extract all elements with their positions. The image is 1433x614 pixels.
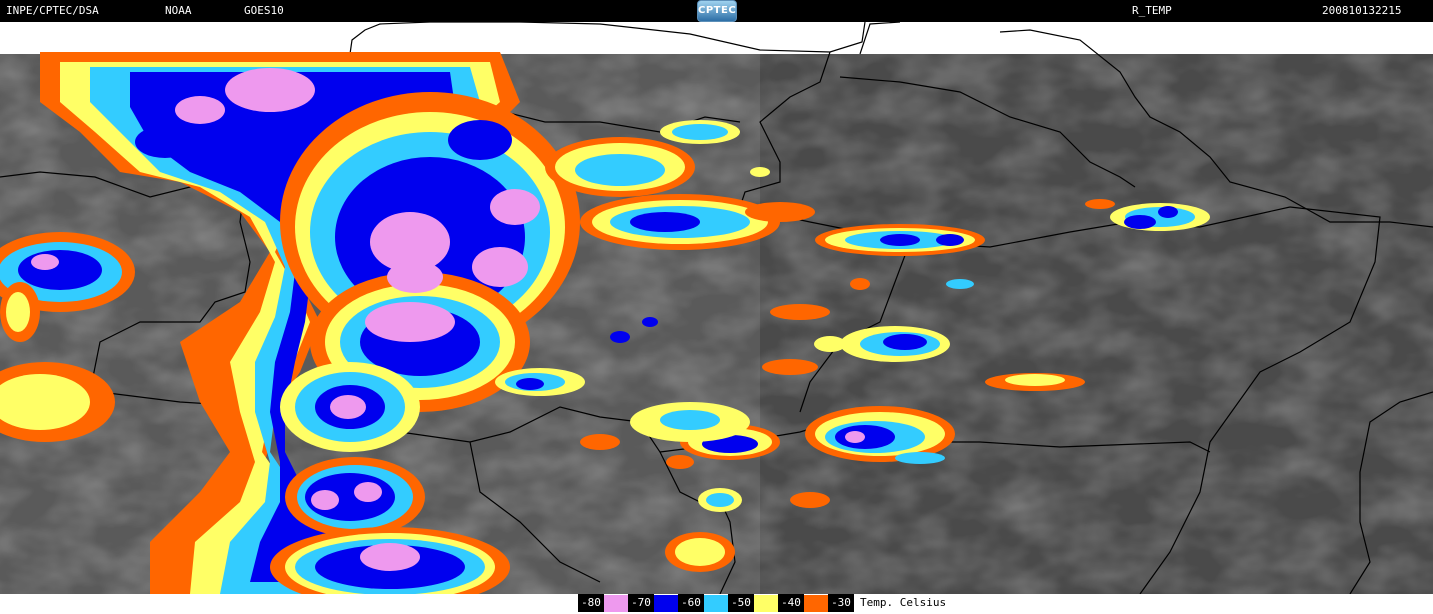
satellite-label: GOES10 [244, 4, 284, 17]
agency-label: NOAA [165, 4, 192, 17]
cptec-logo: CPTEC [697, 0, 737, 22]
logo-text: CPTEC [698, 5, 737, 16]
legend-label: -40 [778, 594, 804, 612]
legend-swatch [754, 595, 778, 612]
legend-label: -50 [728, 594, 754, 612]
legend-swatch [704, 595, 728, 612]
satellite-image [0, 22, 1433, 594]
datetime-label: 200810132215 [1322, 4, 1402, 17]
legend-unit-label: Temp. Celsius [860, 596, 947, 609]
legend-label: -30 [828, 594, 854, 612]
legend-swatch [804, 595, 828, 612]
legend-label: -80 [578, 594, 604, 612]
product-label: R_TEMP [1132, 4, 1172, 17]
legend-label: -60 [678, 594, 704, 612]
legend-swatch [654, 595, 678, 612]
source-label: INPE/CPTEC/DSA [6, 4, 99, 17]
header-bar: INPE/CPTEC/DSA NOAA GOES10 CPTEC R_TEMP … [0, 0, 1433, 22]
legend-swatch [604, 595, 628, 612]
legend-label: -70 [628, 594, 654, 612]
